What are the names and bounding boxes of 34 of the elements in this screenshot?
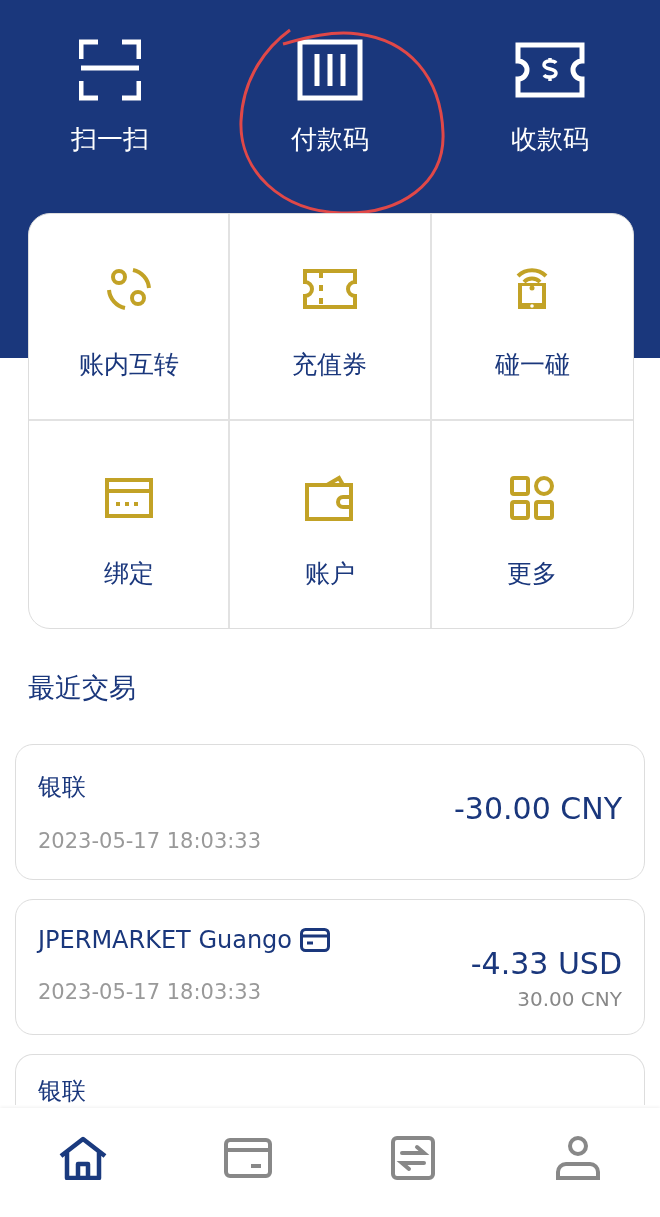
transaction-amount: -4.33 USD bbox=[470, 946, 622, 981]
person-icon[interactable] bbox=[554, 1134, 601, 1181]
transaction-amount: -30.00 CNY bbox=[454, 791, 622, 826]
ticket-icon bbox=[303, 269, 357, 309]
merchant-name: 银联 bbox=[38, 1076, 86, 1107]
home-icon[interactable] bbox=[57, 1135, 108, 1180]
service-label[interactable]: 账户 bbox=[305, 557, 355, 590]
service-label[interactable]: 充值券 bbox=[292, 348, 368, 381]
converted-amount: 30.00 CNY bbox=[517, 987, 622, 1011]
action-label[interactable]: 付款码 bbox=[291, 122, 369, 157]
service-label[interactable]: 更多 bbox=[507, 557, 558, 590]
transaction-card[interactable]: 银联 2023-05-17 18:03:33 -30.00 CNY bbox=[15, 744, 645, 880]
scan-icon bbox=[79, 39, 141, 101]
action-label[interactable]: 扫一扫 bbox=[71, 122, 149, 157]
phone-wifi-icon bbox=[515, 266, 550, 312]
transaction-time: 2023-05-17 18:03:33 bbox=[38, 980, 263, 1004]
wallet-icon bbox=[305, 475, 355, 521]
transaction-card[interactable]: JPERMARKET Guango 2023-05-17 18:03:33 -4.33 USD 30.00 CNY bbox=[15, 899, 645, 1035]
grid-icon bbox=[510, 476, 555, 520]
transaction-card[interactable]: 银联 bbox=[15, 1054, 645, 1105]
service-label[interactable]: 碰一碰 bbox=[494, 348, 570, 381]
card-icon[interactable] bbox=[223, 1137, 272, 1178]
merchant-name: 银联 bbox=[38, 772, 86, 803]
barcode-icon bbox=[297, 39, 363, 101]
service-label[interactable]: 绑定 bbox=[103, 557, 154, 590]
exchange-icon[interactable] bbox=[390, 1135, 435, 1180]
card-icon bbox=[104, 478, 153, 518]
merchant-name: JPERMARKET Guango bbox=[38, 926, 293, 954]
transfer-circles-icon bbox=[104, 265, 153, 313]
dollar-ticket-icon bbox=[515, 42, 585, 98]
action-label[interactable]: 收款码 bbox=[511, 122, 589, 157]
service-label[interactable]: 账内互转 bbox=[78, 348, 179, 381]
transaction-time: 2023-05-17 18:03:33 bbox=[38, 829, 262, 853]
section-title: 最近交易 bbox=[28, 671, 137, 705]
